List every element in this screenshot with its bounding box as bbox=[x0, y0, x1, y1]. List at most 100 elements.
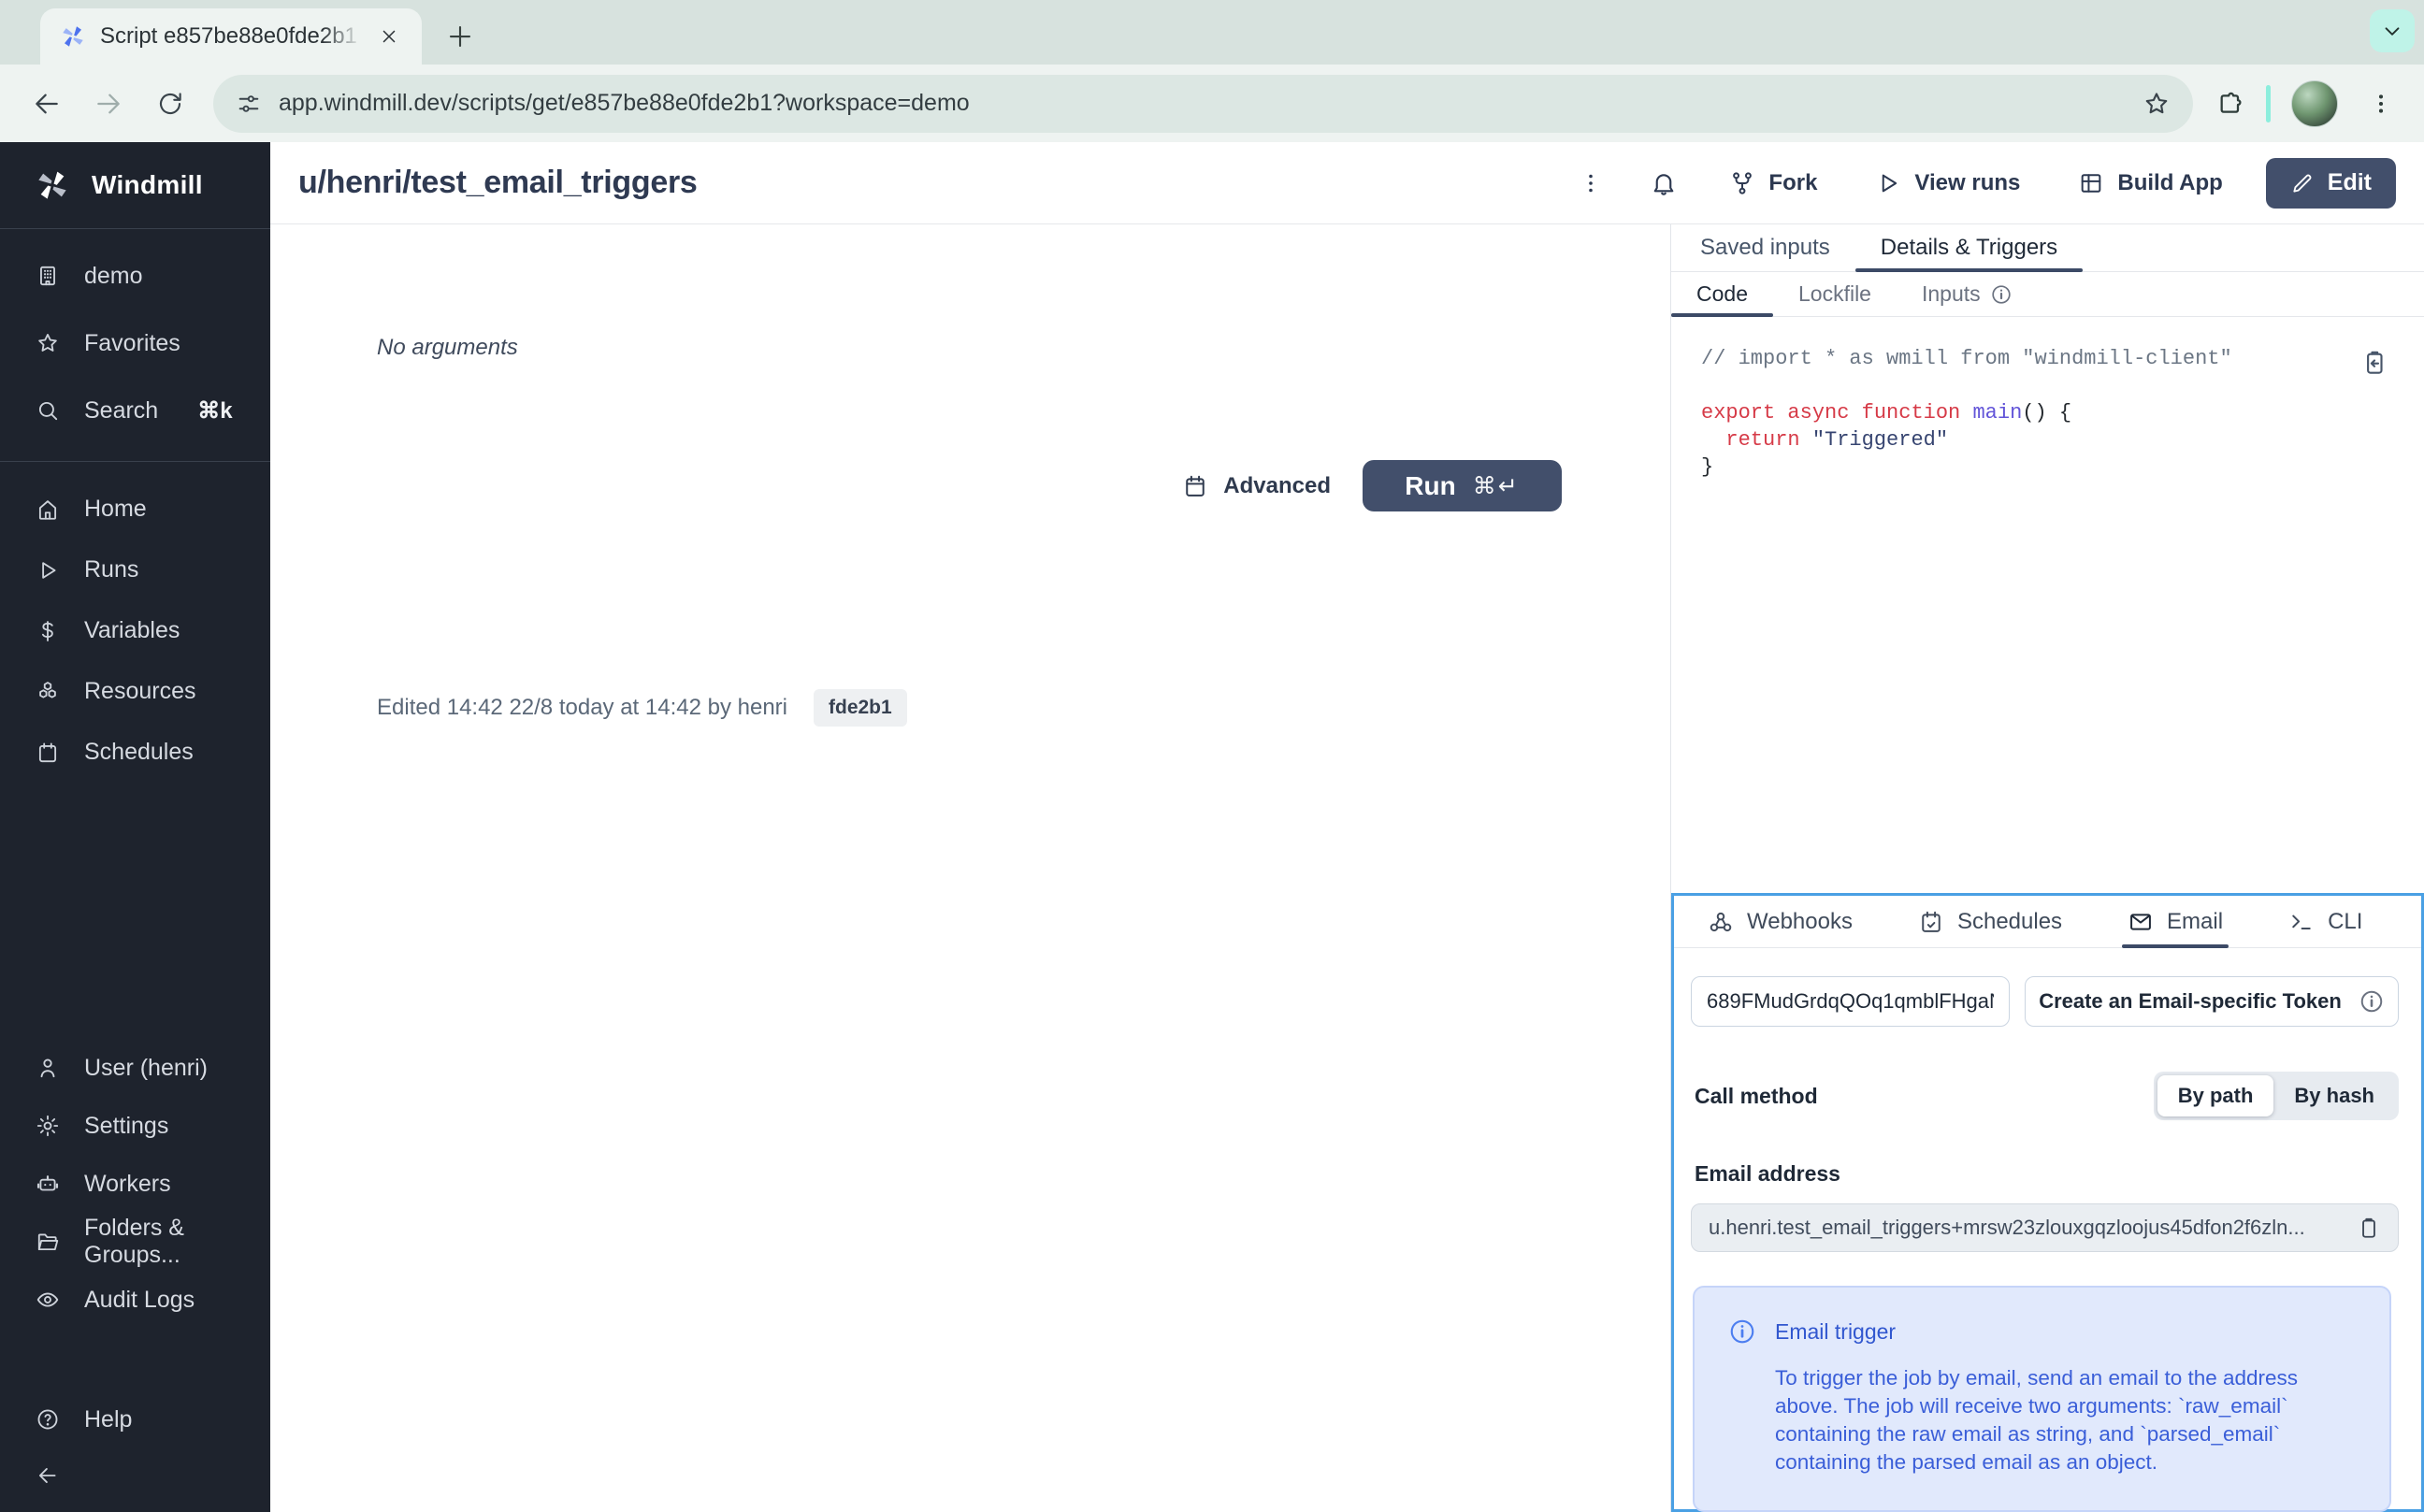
sidebar-item-favorites[interactable]: Favorites bbox=[0, 310, 270, 377]
sidebar-item-label: Schedules bbox=[84, 739, 194, 766]
notifications-bell-icon[interactable] bbox=[1641, 161, 1686, 206]
subtab-inputs-label: Inputs bbox=[1922, 281, 1981, 307]
code-subtabs: Code Lockfile Inputs bbox=[1671, 272, 2424, 317]
sidebar-item-settings[interactable]: Settings bbox=[0, 1097, 270, 1155]
tab-cli[interactable]: CLI bbox=[2283, 896, 2368, 947]
sidebar-item-label: Audit Logs bbox=[84, 1287, 195, 1314]
sidebar-item-runs[interactable]: Runs bbox=[0, 540, 270, 600]
clipboard-icon[interactable] bbox=[2357, 1216, 2381, 1240]
sidebar-item-help[interactable]: Help bbox=[0, 1390, 270, 1448]
url-text[interactable]: app.windmill.dev/scripts/get/e857be88e0f… bbox=[279, 90, 2126, 117]
sidebar-item-schedules[interactable]: Schedules bbox=[0, 722, 270, 783]
tab-close-icon[interactable] bbox=[375, 22, 403, 50]
eye-icon bbox=[36, 1288, 60, 1312]
sidebar-item-label: Folders & Groups... bbox=[84, 1215, 270, 1269]
edit-button[interactable]: Edit bbox=[2266, 158, 2396, 209]
sidebar-item-user[interactable]: User (henri) bbox=[0, 1039, 270, 1097]
calendar-check-icon bbox=[1918, 909, 1944, 935]
details-tabs: Saved inputs Details & Triggers bbox=[1671, 224, 2424, 272]
tab-details-triggers[interactable]: Details & Triggers bbox=[1855, 224, 2083, 271]
profile-divider bbox=[2266, 85, 2271, 122]
new-tab-button[interactable] bbox=[439, 15, 482, 58]
info-circle-icon bbox=[1990, 283, 2013, 306]
reload-icon[interactable] bbox=[144, 78, 196, 130]
arrow-left-icon bbox=[36, 1463, 60, 1488]
calendar-icon bbox=[1182, 473, 1208, 499]
sidebar-item-workers[interactable]: Workers bbox=[0, 1155, 270, 1213]
copy-code-icon[interactable] bbox=[2360, 349, 2388, 377]
email-address-field[interactable]: u.henri.test_email_triggers+mrsw23zlouxg… bbox=[1691, 1203, 2399, 1252]
sidebar-item-audit-logs[interactable]: Audit Logs bbox=[0, 1271, 270, 1329]
webhook-icon bbox=[1708, 909, 1734, 935]
sidebar-item-label: Variables bbox=[84, 617, 180, 644]
help-circle-icon bbox=[36, 1407, 60, 1432]
subtab-lockfile[interactable]: Lockfile bbox=[1773, 272, 1897, 316]
sidebar-item-variables[interactable]: Variables bbox=[0, 600, 270, 661]
view-runs-label: View runs bbox=[1914, 170, 2020, 196]
code-viewer: // import * as wmill from "windmill-clie… bbox=[1671, 317, 2424, 893]
tab-webhooks[interactable]: Webhooks bbox=[1702, 896, 1858, 947]
by-path-option[interactable]: By path bbox=[2157, 1075, 2274, 1116]
url-bar[interactable]: app.windmill.dev/scripts/get/e857be88e0f… bbox=[213, 75, 2193, 133]
windmill-logo[interactable]: Windmill bbox=[0, 142, 270, 228]
create-email-token-button[interactable]: Create an Email-specific Token bbox=[2025, 976, 2399, 1027]
avatar[interactable] bbox=[2291, 80, 2338, 127]
advanced-label: Advanced bbox=[1223, 473, 1331, 499]
site-settings-icon[interactable] bbox=[236, 91, 262, 117]
tab-search-chevron-icon[interactable] bbox=[2370, 9, 2415, 52]
sidebar-item-workspace[interactable]: demo bbox=[0, 242, 270, 310]
run-form-pane: No arguments Advanced Run ⌘↵ Edited 14:4… bbox=[270, 224, 1670, 1512]
extensions-puzzle-icon[interactable] bbox=[2215, 89, 2245, 119]
sidebar-item-label: Resources bbox=[84, 678, 196, 705]
call-method-label: Call method bbox=[1695, 1084, 1818, 1109]
sidebar-item-search[interactable]: Search ⌘k bbox=[0, 377, 270, 444]
folder-open-icon bbox=[36, 1230, 60, 1254]
play-icon bbox=[36, 558, 60, 583]
sidebar-item-home[interactable]: Home bbox=[0, 479, 270, 540]
tab-webhooks-label: Webhooks bbox=[1747, 909, 1853, 935]
more-options-kebab-icon[interactable] bbox=[1568, 161, 1613, 206]
run-shortcut: ⌘↵ bbox=[1473, 472, 1520, 500]
build-app-button[interactable]: Build App bbox=[2063, 161, 2237, 206]
script-code[interactable]: // import * as wmill from "windmill-clie… bbox=[1671, 317, 2424, 481]
sidebar-item-label: demo bbox=[84, 263, 143, 290]
windmill-favicon bbox=[59, 22, 87, 50]
brand-name: Windmill bbox=[92, 170, 203, 200]
sidebar-item-folders[interactable]: Folders & Groups... bbox=[0, 1213, 270, 1271]
sidebar-item-label: Home bbox=[84, 496, 147, 523]
forward-icon[interactable] bbox=[82, 78, 135, 130]
tab-schedules-trigger[interactable]: Schedules bbox=[1912, 896, 2068, 947]
sidebar-item-label: Runs bbox=[84, 556, 138, 583]
view-runs-button[interactable]: View runs bbox=[1860, 161, 2035, 206]
robot-icon bbox=[36, 1172, 60, 1196]
git-fork-icon bbox=[1729, 170, 1755, 196]
browser-menu-kebab-icon[interactable] bbox=[2359, 81, 2403, 126]
sidebar-collapse-button[interactable] bbox=[0, 1448, 270, 1503]
sidebar-item-label: Workers bbox=[84, 1171, 171, 1198]
tab-saved-inputs[interactable]: Saved inputs bbox=[1675, 224, 1855, 271]
call-method-toggle: By path By hash bbox=[2154, 1072, 2399, 1120]
run-button[interactable]: Run ⌘↵ bbox=[1363, 460, 1562, 511]
browser-tab[interactable]: Script e857be88e0fde2b1 | W bbox=[40, 8, 422, 65]
advanced-button[interactable]: Advanced bbox=[1182, 473, 1331, 499]
sidebar-item-label: Help bbox=[84, 1406, 132, 1433]
bookmark-star-icon[interactable] bbox=[2143, 90, 2171, 118]
sidebar-item-resources[interactable]: Resources bbox=[0, 661, 270, 722]
trigger-tabs: Webhooks Schedules Email bbox=[1674, 896, 2421, 948]
envelope-icon bbox=[2128, 909, 2154, 935]
edit-label: Edit bbox=[2328, 169, 2372, 196]
email-address-label: Email address bbox=[1691, 1161, 2399, 1187]
fork-button[interactable]: Fork bbox=[1714, 161, 1832, 206]
search-icon bbox=[36, 398, 60, 423]
search-shortcut: ⌘k bbox=[197, 397, 232, 425]
person-icon bbox=[36, 1056, 60, 1080]
triggers-panel: Webhooks Schedules Email bbox=[1671, 893, 2424, 1512]
back-icon[interactable] bbox=[21, 78, 73, 130]
script-hash-badge[interactable]: fde2b1 bbox=[814, 689, 907, 727]
by-hash-option[interactable]: By hash bbox=[2273, 1075, 2395, 1116]
subtab-inputs[interactable]: Inputs bbox=[1897, 272, 2038, 316]
sidebar-item-label: Settings bbox=[84, 1113, 168, 1140]
tab-email[interactable]: Email bbox=[2122, 896, 2229, 947]
subtab-code[interactable]: Code bbox=[1671, 272, 1773, 316]
email-token-input[interactable] bbox=[1691, 976, 2010, 1027]
